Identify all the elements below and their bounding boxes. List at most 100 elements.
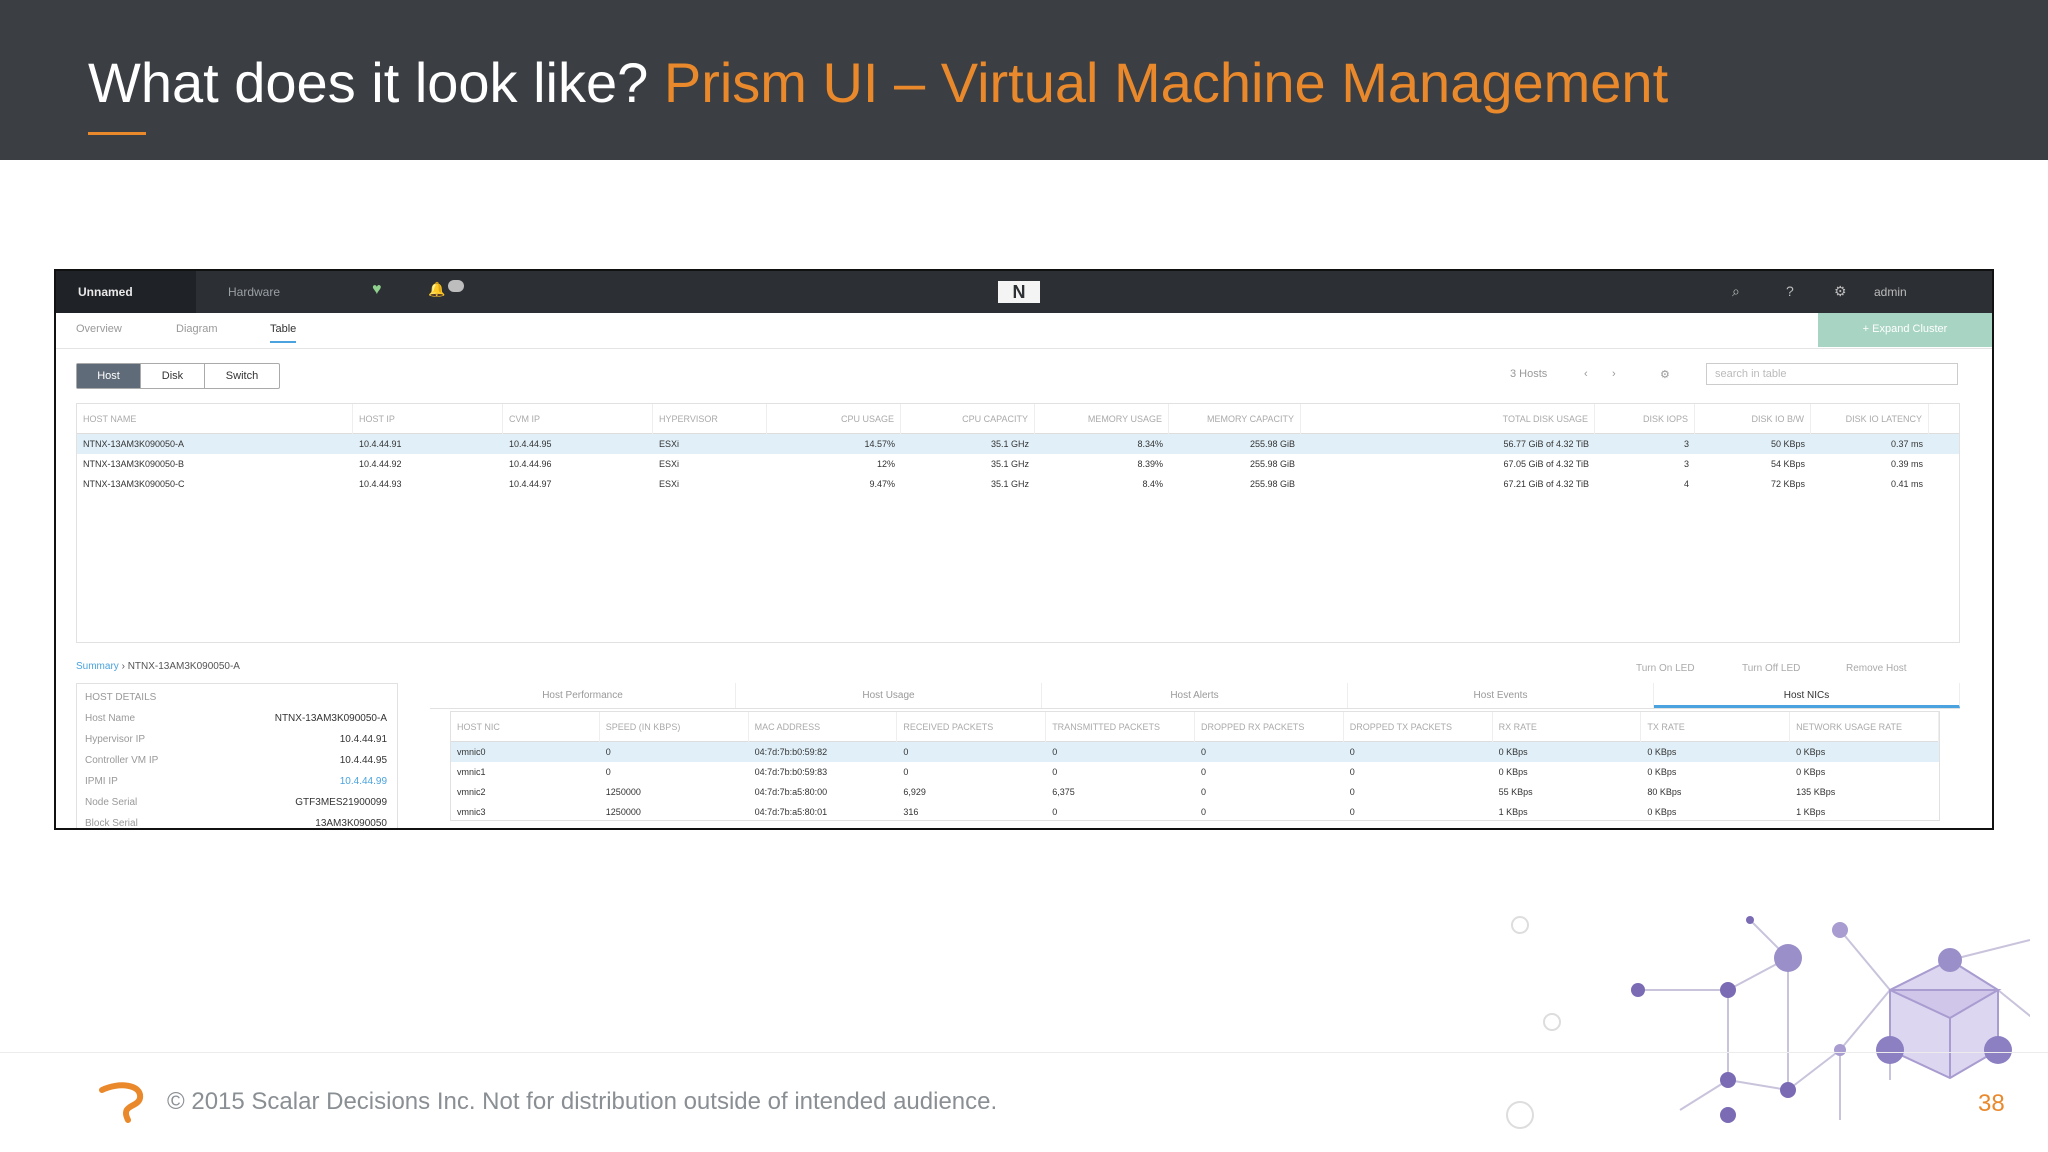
- cell: 135 KBps: [1796, 787, 1836, 797]
- slide-title: What does it look like? Prism UI – Virtu…: [88, 50, 1668, 115]
- cell: 1250000: [605, 807, 641, 817]
- search-icon[interactable]: ⌕: [1732, 283, 1740, 300]
- col-hypervisor[interactable]: HYPERVISOR: [653, 403, 767, 434]
- segment-switch[interactable]: Switch: [205, 364, 279, 388]
- col-rx-rate[interactable]: RX RATE: [1493, 711, 1642, 742]
- gear-icon[interactable]: ⚙: [1834, 283, 1847, 300]
- col-memory-capacity[interactable]: MEMORY CAPACITY: [1169, 403, 1301, 434]
- table-row[interactable]: NTNX-13AM3K090050-B 10.4.44.92 10.4.44.9…: [77, 454, 1959, 474]
- table-row[interactable]: NTNX-13AM3K090050-A 10.4.44.91 10.4.44.9…: [77, 434, 1959, 454]
- cell-disk-iops: 3: [1683, 439, 1689, 449]
- segment-disk[interactable]: Disk: [141, 364, 205, 388]
- col-network-usage-rate[interactable]: NETWORK USAGE RATE: [1790, 711, 1939, 742]
- col-mac-address[interactable]: MAC ADDRESS: [749, 711, 898, 742]
- alerts-bell-icon[interactable]: 🔔: [428, 281, 445, 298]
- summary-host-name: NTNX-13AM3K090050-A: [127, 661, 240, 672]
- detail-key: Hypervisor IP: [85, 734, 146, 745]
- tab-host-events[interactable]: Host Events: [1348, 683, 1654, 708]
- col-received-packets[interactable]: RECEIVED PACKETS: [897, 711, 1047, 742]
- table-row[interactable]: vmnic3 1250000 04:7d:7b:a5:80:01 316 0 0 0 1 KB…: [451, 802, 1939, 822]
- entity-segment: Host Disk Switch: [76, 363, 280, 389]
- table-row[interactable]: NTNX-13AM3K090050-C 10.4.44.93 10.4.44.9…: [77, 474, 1959, 494]
- tab-host-alerts[interactable]: Host Alerts: [1042, 683, 1348, 708]
- col-speed[interactable]: SPEED (IN KBPS): [600, 711, 749, 742]
- tab-host-nics[interactable]: Host NICs: [1654, 683, 1960, 708]
- tab-diagram[interactable]: Diagram: [176, 323, 218, 335]
- col-dropped-rx[interactable]: DROPPED RX PACKETS: [1195, 711, 1344, 742]
- title-underline: [88, 132, 146, 135]
- cell: 0: [1200, 767, 1206, 777]
- tab-table[interactable]: Table: [270, 323, 297, 343]
- table-row[interactable]: vmnic1 0 04:7d:7b:b0:59:83 0 0 0 0 0 KBps 0 KBps…: [451, 762, 1939, 782]
- cell: vmnic2: [457, 787, 486, 797]
- cell-memory-usage: 8.34%: [1137, 439, 1163, 449]
- help-icon[interactable]: ?: [1786, 283, 1794, 299]
- cell: 0: [903, 747, 909, 757]
- turn-off-led-button[interactable]: Turn Off LED: [1742, 663, 1800, 674]
- col-host-nic[interactable]: HOST NIC: [451, 711, 600, 742]
- tab-host-usage[interactable]: Host Usage: [736, 683, 1042, 708]
- slide-title-main: What does it look like?: [88, 51, 649, 114]
- cell-cpu-capacity: 35.1 GHz: [990, 439, 1029, 449]
- detail-row: Controller VM IP 10.4.44.95: [77, 750, 397, 771]
- cell-host-ip: 10.4.44.91: [359, 439, 402, 449]
- col-host-ip[interactable]: HOST IP: [353, 403, 503, 434]
- cell: 80 KBps: [1647, 787, 1682, 797]
- detail-key: Block Serial: [85, 818, 138, 829]
- next-page-icon[interactable]: ›: [1612, 368, 1616, 380]
- remove-host-button[interactable]: Remove Host: [1846, 663, 1907, 674]
- col-cpu-capacity[interactable]: CPU CAPACITY: [901, 403, 1035, 434]
- table-settings-icon[interactable]: ⚙: [1660, 368, 1670, 381]
- cell: 0 KBps: [1796, 747, 1826, 757]
- expand-cluster-button[interactable]: + Expand Cluster: [1818, 313, 1992, 347]
- cell-host-name: NTNX-13AM3K090050-C: [83, 479, 185, 489]
- cell-hypervisor: ESXi: [659, 459, 680, 469]
- table-row[interactable]: vmnic0 0 04:7d:7b:b0:59:82 0 0 0 0 0 KBps 0 KBps…: [451, 742, 1939, 762]
- prism-subnav: Overview Diagram Table + Expand Cluster: [56, 313, 1992, 349]
- col-tx-rate[interactable]: TX RATE: [1641, 711, 1791, 742]
- col-disk-io-bw[interactable]: DISK IO B/W: [1695, 403, 1811, 434]
- cell: 0 KBps: [1647, 747, 1677, 757]
- col-host-name[interactable]: HOST NAME: [77, 403, 353, 434]
- cell: 0: [1052, 767, 1058, 777]
- turn-on-led-button[interactable]: Turn On LED: [1636, 663, 1695, 674]
- host-nics-table: HOST NIC SPEED (IN KBPS) MAC ADDRESS REC…: [450, 711, 1940, 821]
- summary-link[interactable]: Summary: [76, 661, 119, 672]
- table-search-input[interactable]: search in table: [1706, 363, 1958, 385]
- slide-header: What does it look like? Prism UI – Virtu…: [0, 0, 2048, 160]
- table-row[interactable]: vmnic2 1250000 04:7d:7b:a5:80:00 6,929 6,375…: [451, 782, 1939, 802]
- ipmi-link[interactable]: 10.4.44.99: [340, 776, 387, 787]
- cell-disk-iops: 4: [1683, 479, 1689, 489]
- slide-title-accent: Prism UI – Virtual Machine Management: [663, 51, 1669, 114]
- segment-host[interactable]: Host: [77, 364, 141, 388]
- cell: 0: [1052, 747, 1058, 757]
- cell-host-name: NTNX-13AM3K090050-A: [83, 439, 185, 449]
- detail-row: Host Name NTNX-13AM3K090050-A: [77, 708, 397, 729]
- scalar-logo-icon: [99, 1082, 143, 1123]
- col-total-disk-usage[interactable]: TOTAL DISK USAGE: [1301, 403, 1595, 434]
- cell: 1 KBps: [1796, 807, 1826, 817]
- cell-cvm-ip: 10.4.44.95: [509, 439, 552, 449]
- col-disk-iops[interactable]: DISK IOPS: [1595, 403, 1695, 434]
- cell: 0 KBps: [1796, 767, 1826, 777]
- cell: 0 KBps: [1647, 807, 1677, 817]
- col-cpu-usage[interactable]: CPU USAGE: [767, 403, 901, 434]
- alerts-badge: [448, 280, 464, 292]
- health-heart-icon[interactable]: ♥: [372, 281, 382, 299]
- prev-page-icon[interactable]: ‹: [1584, 368, 1588, 380]
- tab-host-performance[interactable]: Host Performance: [430, 683, 736, 708]
- cell: 0: [605, 767, 611, 777]
- col-disk-io-latency[interactable]: DISK IO LATENCY: [1811, 403, 1929, 434]
- admin-user-menu[interactable]: admin: [1874, 285, 1907, 299]
- cell: 0: [1349, 787, 1355, 797]
- col-transmitted-packets[interactable]: TRANSMITTED PACKETS: [1046, 711, 1195, 742]
- col-dropped-tx[interactable]: DROPPED TX PACKETS: [1344, 711, 1493, 742]
- cell: 0 KBps: [1647, 767, 1677, 777]
- cell: 0 KBps: [1498, 767, 1528, 777]
- cell: 0: [1349, 767, 1355, 777]
- col-memory-usage[interactable]: MEMORY USAGE: [1035, 403, 1169, 434]
- col-cvm-ip[interactable]: CVM IP: [503, 403, 653, 434]
- cluster-name[interactable]: Unnamed: [56, 271, 196, 313]
- tab-overview[interactable]: Overview: [76, 323, 122, 335]
- hardware-menu[interactable]: Hardware: [228, 285, 280, 299]
